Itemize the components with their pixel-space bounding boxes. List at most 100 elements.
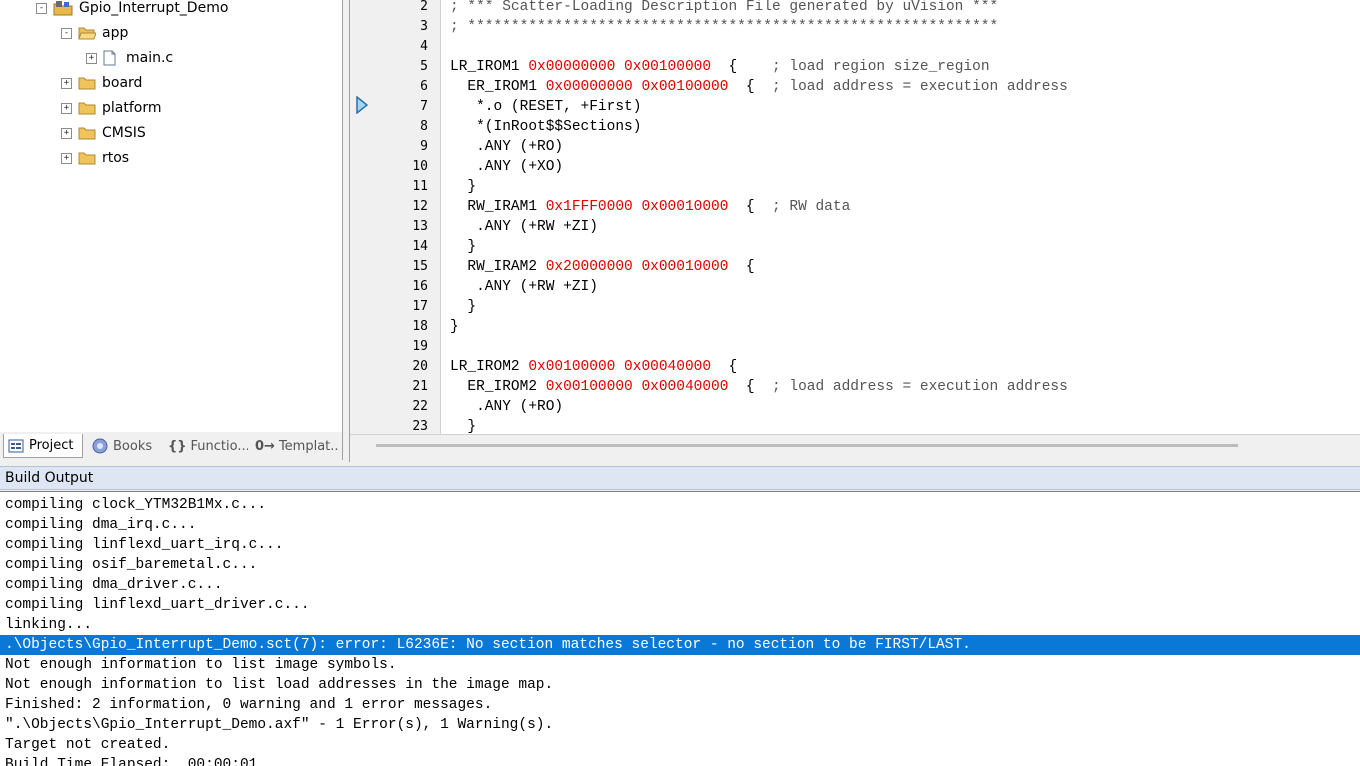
file-icon	[103, 50, 116, 66]
tree-item-label: board	[102, 75, 143, 91]
expand-icon[interactable]: +	[61, 127, 72, 139]
build-output-line[interactable]: Finished: 2 information, 0 warning and 1…	[0, 695, 1360, 715]
panel-tab-bar: Project Books {} Functio... 0→ Templat..…	[0, 432, 343, 460]
expand-icon[interactable]: +	[61, 77, 72, 89]
code-line[interactable]: }	[450, 297, 476, 317]
line-number: 15	[412, 259, 428, 274]
line-number: 8	[420, 119, 428, 134]
current-line-arrow-icon	[356, 96, 368, 114]
line-number-gutter: 2 3 4 5 6 7 8 9 10 11 12 13 14 15 16 17 18 19 20 21 22 23	[350, 0, 441, 434]
build-output-line[interactable]: ".\Objects\Gpio_Interrupt_Demo.axf" - 1 …	[0, 715, 1360, 735]
build-output-line[interactable]: compiling linflexd_uart_irq.c...	[0, 535, 1360, 555]
tab-templates[interactable]: 0→ Templat...	[251, 434, 339, 458]
line-number: 21	[412, 379, 428, 394]
tree-item-board[interactable]: + board	[61, 73, 142, 93]
build-output-line[interactable]: Build Time Elapsed: 00:00:01	[0, 755, 1360, 766]
expand-icon[interactable]: +	[86, 52, 97, 64]
code-line[interactable]: }	[450, 317, 459, 337]
code-line[interactable]: RW_IRAM1 0x1FFF0000 0x00010000 { ; RW da…	[450, 197, 850, 217]
tab-label: Functio...	[190, 438, 248, 454]
code-line[interactable]: ER_IROM1 0x00000000 0x00100000 { ; load …	[450, 77, 1067, 97]
code-line[interactable]: }	[450, 237, 476, 257]
tree-item-rtos[interactable]: + rtos	[61, 148, 129, 168]
code-line[interactable]: .ANY (+XO)	[450, 157, 563, 177]
build-output-line[interactable]: Target not created.	[0, 735, 1360, 755]
line-number: 11	[412, 179, 428, 194]
tree-item-label: rtos	[102, 150, 130, 166]
build-output-line[interactable]: compiling dma_irq.c...	[0, 515, 1360, 535]
code-line[interactable]: ER_IROM2 0x00100000 0x00040000 { ; load …	[450, 377, 1067, 397]
line-number: 9	[420, 139, 428, 154]
line-number: 6	[420, 79, 428, 94]
code-line[interactable]: .ANY (+RO)	[450, 137, 563, 157]
line-number: 4	[420, 39, 428, 54]
project-icon	[8, 439, 24, 452]
folder-icon	[78, 127, 96, 140]
tree-item-label: app	[102, 25, 129, 41]
folder-icon	[78, 102, 96, 115]
code-editor[interactable]: 2 3 4 5 6 7 8 9 10 11 12 13 14 15 16 17 18 19 20 21 22 23 ; *…	[349, 0, 1360, 463]
code-line[interactable]: .ANY (+RW +ZI)	[450, 277, 598, 297]
line-number: 22	[412, 399, 428, 414]
collapse-icon[interactable]: -	[61, 27, 72, 39]
code-line[interactable]: LR_IROM2 0x00100000 0x00040000 {	[450, 357, 737, 377]
tree-item-platform[interactable]: + platform	[61, 98, 162, 118]
scrollbar-thumb[interactable]	[376, 444, 1238, 447]
tab-label: Books	[113, 438, 153, 454]
tree-item-main-c[interactable]: + main.c	[86, 48, 173, 68]
line-number: 20	[412, 359, 428, 374]
code-line[interactable]: RW_IRAM2 0x20000000 0x00010000 {	[450, 257, 754, 277]
tree-item-label: main.c	[126, 50, 174, 66]
build-output-line[interactable]: Not enough information to list load addr…	[0, 675, 1360, 695]
line-number: 19	[412, 339, 428, 354]
tree-item-cmsis[interactable]: + CMSIS	[61, 123, 146, 143]
line-number: 18	[412, 319, 428, 334]
tab-label: Templat...	[278, 438, 339, 454]
horizontal-scrollbar[interactable]	[350, 434, 1360, 463]
line-number: 13	[412, 219, 428, 234]
tree-item-label: platform	[102, 100, 162, 116]
line-number: 7	[420, 99, 428, 114]
line-number: 3	[420, 19, 428, 34]
tab-label: Project	[29, 438, 74, 453]
collapse-icon[interactable]: -	[36, 2, 47, 14]
code-line[interactable]: ; **************************************…	[450, 17, 998, 37]
tree-item-label: CMSIS	[102, 125, 146, 141]
tree-item-app[interactable]: - app	[61, 23, 128, 43]
tab-project[interactable]: Project	[3, 434, 83, 458]
build-output-line[interactable]: Not enough information to list image sym…	[0, 655, 1360, 675]
tab-books[interactable]: Books	[86, 434, 158, 458]
functions-icon: {}	[168, 438, 187, 454]
folder-icon	[78, 152, 96, 165]
project-tree-panel: - Gpio_Interrupt_Demo - app + main.c + b…	[0, 0, 343, 432]
build-error-line[interactable]: .\Objects\Gpio_Interrupt_Demo.sct(7): er…	[0, 635, 1360, 655]
expand-icon[interactable]: +	[61, 102, 72, 114]
folder-icon	[78, 77, 96, 90]
code-line[interactable]: *.o (RESET, +First)	[450, 97, 641, 117]
code-line[interactable]: LR_IROM1 0x00000000 0x00100000 { ; load …	[450, 57, 990, 77]
line-number: 10	[412, 159, 428, 174]
folder-open-icon	[78, 27, 96, 40]
code-line[interactable]: .ANY (+RW +ZI)	[450, 217, 598, 237]
build-output-line[interactable]: linking...	[0, 615, 1360, 635]
build-output-title: Build Output	[0, 466, 1360, 490]
build-output-line[interactable]: compiling clock_YTM32B1Mx.c...	[0, 495, 1360, 515]
line-number: 2	[420, 0, 428, 14]
line-number: 17	[412, 299, 428, 314]
templates-icon: 0→	[255, 438, 275, 454]
expand-icon[interactable]: +	[61, 152, 72, 164]
code-line[interactable]: ; *** Scatter-Loading Description File g…	[450, 0, 998, 17]
books-icon	[92, 438, 108, 454]
code-line[interactable]: .ANY (+RO)	[450, 397, 563, 417]
code-line[interactable]: *(InRoot$$Sections)	[450, 117, 641, 137]
build-output-line[interactable]: compiling linflexd_uart_driver.c...	[0, 595, 1360, 615]
tab-functions[interactable]: {} Functio...	[164, 434, 248, 458]
build-output-line[interactable]: compiling osif_baremetal.c...	[0, 555, 1360, 575]
build-output-window[interactable]: compiling clock_YTM32B1Mx.c... compiling …	[0, 491, 1360, 766]
build-output-line[interactable]: compiling dma_driver.c...	[0, 575, 1360, 595]
line-number: 12	[412, 199, 428, 214]
tree-root[interactable]: - Gpio_Interrupt_Demo	[36, 0, 228, 18]
project-icon	[53, 1, 73, 16]
line-number: 16	[412, 279, 428, 294]
code-line[interactable]: }	[450, 177, 476, 197]
